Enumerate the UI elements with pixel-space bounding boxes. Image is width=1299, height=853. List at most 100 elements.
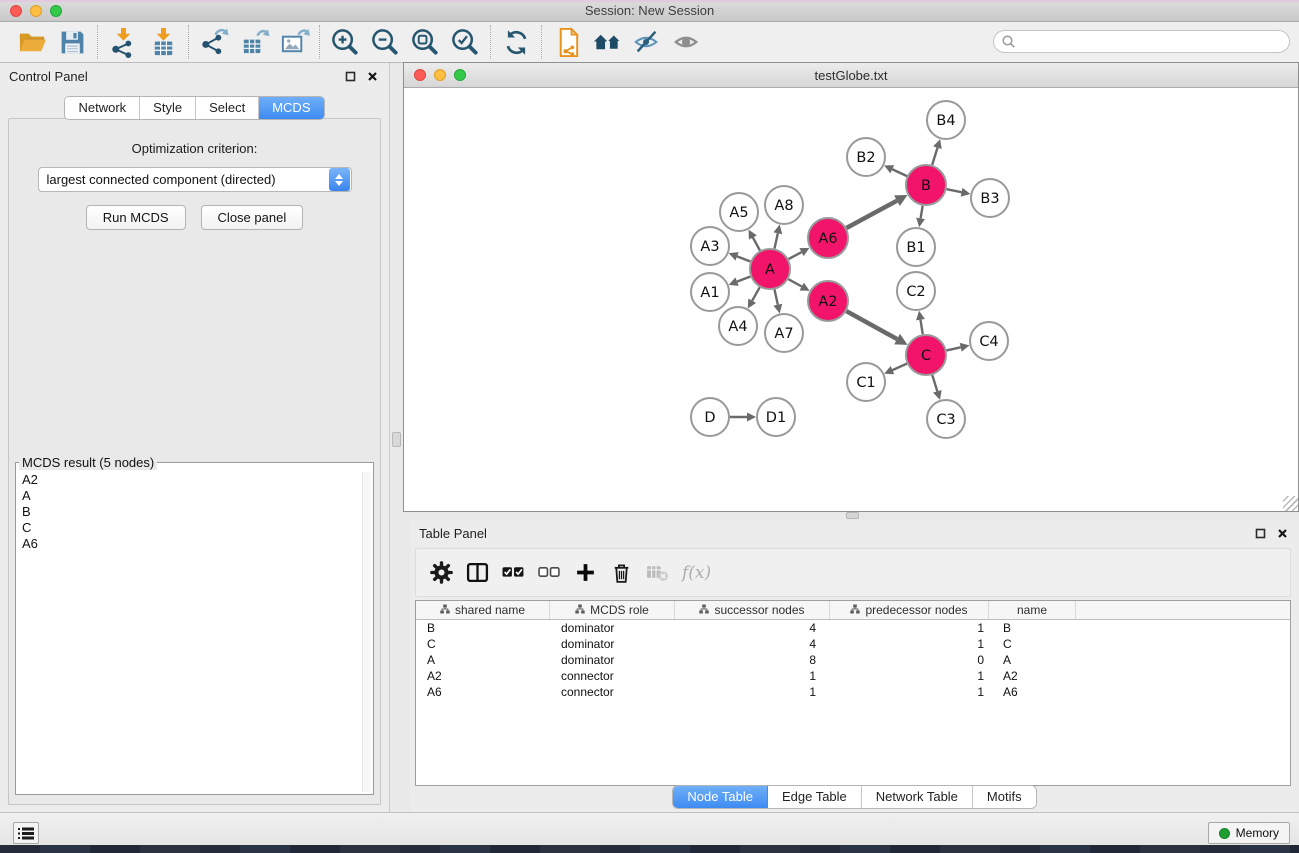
hide-details-button[interactable] (627, 24, 667, 60)
table-cell[interactable]: C (416, 637, 550, 651)
export-table-button[interactable] (234, 24, 274, 60)
show-column-panel-button[interactable] (462, 558, 492, 588)
vertical-splitter-grip[interactable] (392, 432, 401, 447)
search-input[interactable] (1020, 35, 1289, 49)
table-cell[interactable]: 1 (830, 685, 989, 699)
horizontal-splitter-grip[interactable] (846, 512, 859, 519)
graph-edge-A-A8[interactable] (774, 233, 777, 248)
tab-mcds[interactable]: MCDS (259, 97, 323, 119)
graph-node-A5[interactable]: A5 (720, 193, 758, 231)
close-panel-icon[interactable] (364, 68, 380, 84)
graph-node-A2[interactable]: A2 (808, 281, 848, 321)
graph-edge-A-A5[interactable] (753, 237, 760, 250)
import-table-button[interactable] (143, 24, 183, 60)
table-cell[interactable]: A (416, 653, 550, 667)
network-canvas[interactable]: AA2A6BCA1A3A4A5A7A8B1B2B3B4C1C2C3C4DD1 (404, 88, 1298, 511)
task-history-button[interactable] (13, 822, 39, 844)
result-item[interactable]: C (18, 520, 361, 536)
graph-edge-A-A3[interactable] (737, 256, 750, 261)
graph-edge-A-A2[interactable] (788, 279, 801, 286)
import-network-button[interactable] (103, 24, 143, 60)
table-cell[interactable]: A2 (416, 669, 550, 683)
save-session-button[interactable] (52, 24, 92, 60)
table-row[interactable]: Cdominator41C (416, 636, 1290, 652)
export-network-button[interactable] (194, 24, 234, 60)
close-table-panel-icon[interactable] (1274, 525, 1290, 541)
table-cell[interactable]: connector (550, 669, 675, 683)
graph-node-A[interactable]: A (750, 249, 790, 289)
function-builder-button[interactable]: f(x) (682, 563, 711, 583)
graph-edge-B-B1[interactable] (921, 206, 923, 219)
tab-network-table[interactable]: Network Table (862, 786, 973, 808)
zoom-fit-button[interactable] (405, 24, 445, 60)
table-cell[interactable]: 1 (830, 669, 989, 683)
graph-edge-B-B3[interactable] (947, 189, 962, 192)
graph-node-D1[interactable]: D1 (757, 398, 795, 436)
tab-network[interactable]: Network (65, 97, 140, 119)
result-item[interactable]: B (18, 504, 361, 520)
graph-edge-C-C2[interactable] (920, 320, 922, 335)
delete-table-button[interactable] (642, 558, 672, 588)
houses-button[interactable] (587, 24, 627, 60)
zoom-selected-button[interactable] (445, 24, 485, 60)
table-cell[interactable]: connector (550, 685, 675, 699)
table-cell[interactable]: C (989, 637, 1076, 651)
refresh-button[interactable] (496, 24, 536, 60)
deselect-all-button[interactable] (534, 558, 564, 588)
graph-edge-A2-C[interactable] (846, 311, 897, 339)
graph-node-C2[interactable]: C2 (897, 272, 935, 310)
table-cell[interactable]: dominator (550, 621, 675, 635)
graph-node-B2[interactable]: B2 (847, 138, 885, 176)
graph-edge-B-B2[interactable] (892, 169, 907, 176)
table-row[interactable]: Adominator80A (416, 652, 1290, 668)
open-session-button[interactable] (12, 24, 52, 60)
run-mcds-button[interactable]: Run MCDS (86, 205, 186, 230)
graph-edge-A-A4[interactable] (752, 287, 760, 300)
column-header-name[interactable]: name (989, 601, 1076, 619)
zoom-in-button[interactable] (325, 24, 365, 60)
float-panel-icon[interactable] (342, 68, 358, 84)
table-row[interactable]: A6connector11A6 (416, 684, 1290, 700)
graph-node-A7[interactable]: A7 (765, 314, 803, 352)
search-field[interactable] (993, 30, 1290, 53)
table-cell[interactable]: B (989, 621, 1076, 635)
network-window-titlebar[interactable]: testGlobe.txt (404, 63, 1298, 88)
graph-node-A4[interactable]: A4 (719, 307, 757, 345)
table-cell[interactable]: A6 (416, 685, 550, 699)
graph-node-C3[interactable]: C3 (927, 400, 965, 438)
delete-column-button[interactable] (606, 558, 636, 588)
network-document-button[interactable] (547, 24, 587, 60)
table-cell[interactable]: 4 (675, 621, 830, 635)
table-cell[interactable]: 1 (830, 621, 989, 635)
table-cell[interactable]: 4 (675, 637, 830, 651)
table-cell[interactable]: 1 (675, 685, 830, 699)
table-cell[interactable]: dominator (550, 637, 675, 651)
graph-edge-A-A7[interactable] (774, 290, 777, 305)
graph-edge-C-C3[interactable] (932, 375, 937, 391)
graph-edge-B-B4[interactable] (932, 148, 937, 165)
table-cell[interactable]: 1 (675, 669, 830, 683)
graph-node-A8[interactable]: A8 (765, 186, 803, 224)
table-cell[interactable]: A2 (989, 669, 1076, 683)
graph-node-B3[interactable]: B3 (971, 179, 1009, 217)
show-details-button[interactable] (667, 24, 707, 60)
graph-node-A6[interactable]: A6 (808, 218, 848, 258)
graph-edge-C-C4[interactable] (946, 347, 960, 350)
result-scrollbar[interactable] (362, 472, 371, 792)
result-item[interactable]: A6 (18, 536, 361, 552)
table-cell[interactable]: 0 (830, 653, 989, 667)
zoom-out-button[interactable] (365, 24, 405, 60)
tab-node-table[interactable]: Node Table (673, 786, 768, 808)
graph-node-C1[interactable]: C1 (847, 363, 885, 401)
export-image-button[interactable] (274, 24, 314, 60)
graph-node-B[interactable]: B (906, 165, 946, 205)
graph-edge-A-A6[interactable] (789, 252, 802, 259)
graph-node-D[interactable]: D (691, 398, 729, 436)
column-header-successor-nodes[interactable]: successor nodes (675, 601, 830, 619)
table-row[interactable]: A2connector11A2 (416, 668, 1290, 684)
table-settings-button[interactable] (426, 558, 456, 588)
tab-motifs[interactable]: Motifs (973, 786, 1036, 808)
table-cell[interactable]: 8 (675, 653, 830, 667)
graph-node-C[interactable]: C (906, 335, 946, 375)
graph-node-A1[interactable]: A1 (691, 273, 729, 311)
